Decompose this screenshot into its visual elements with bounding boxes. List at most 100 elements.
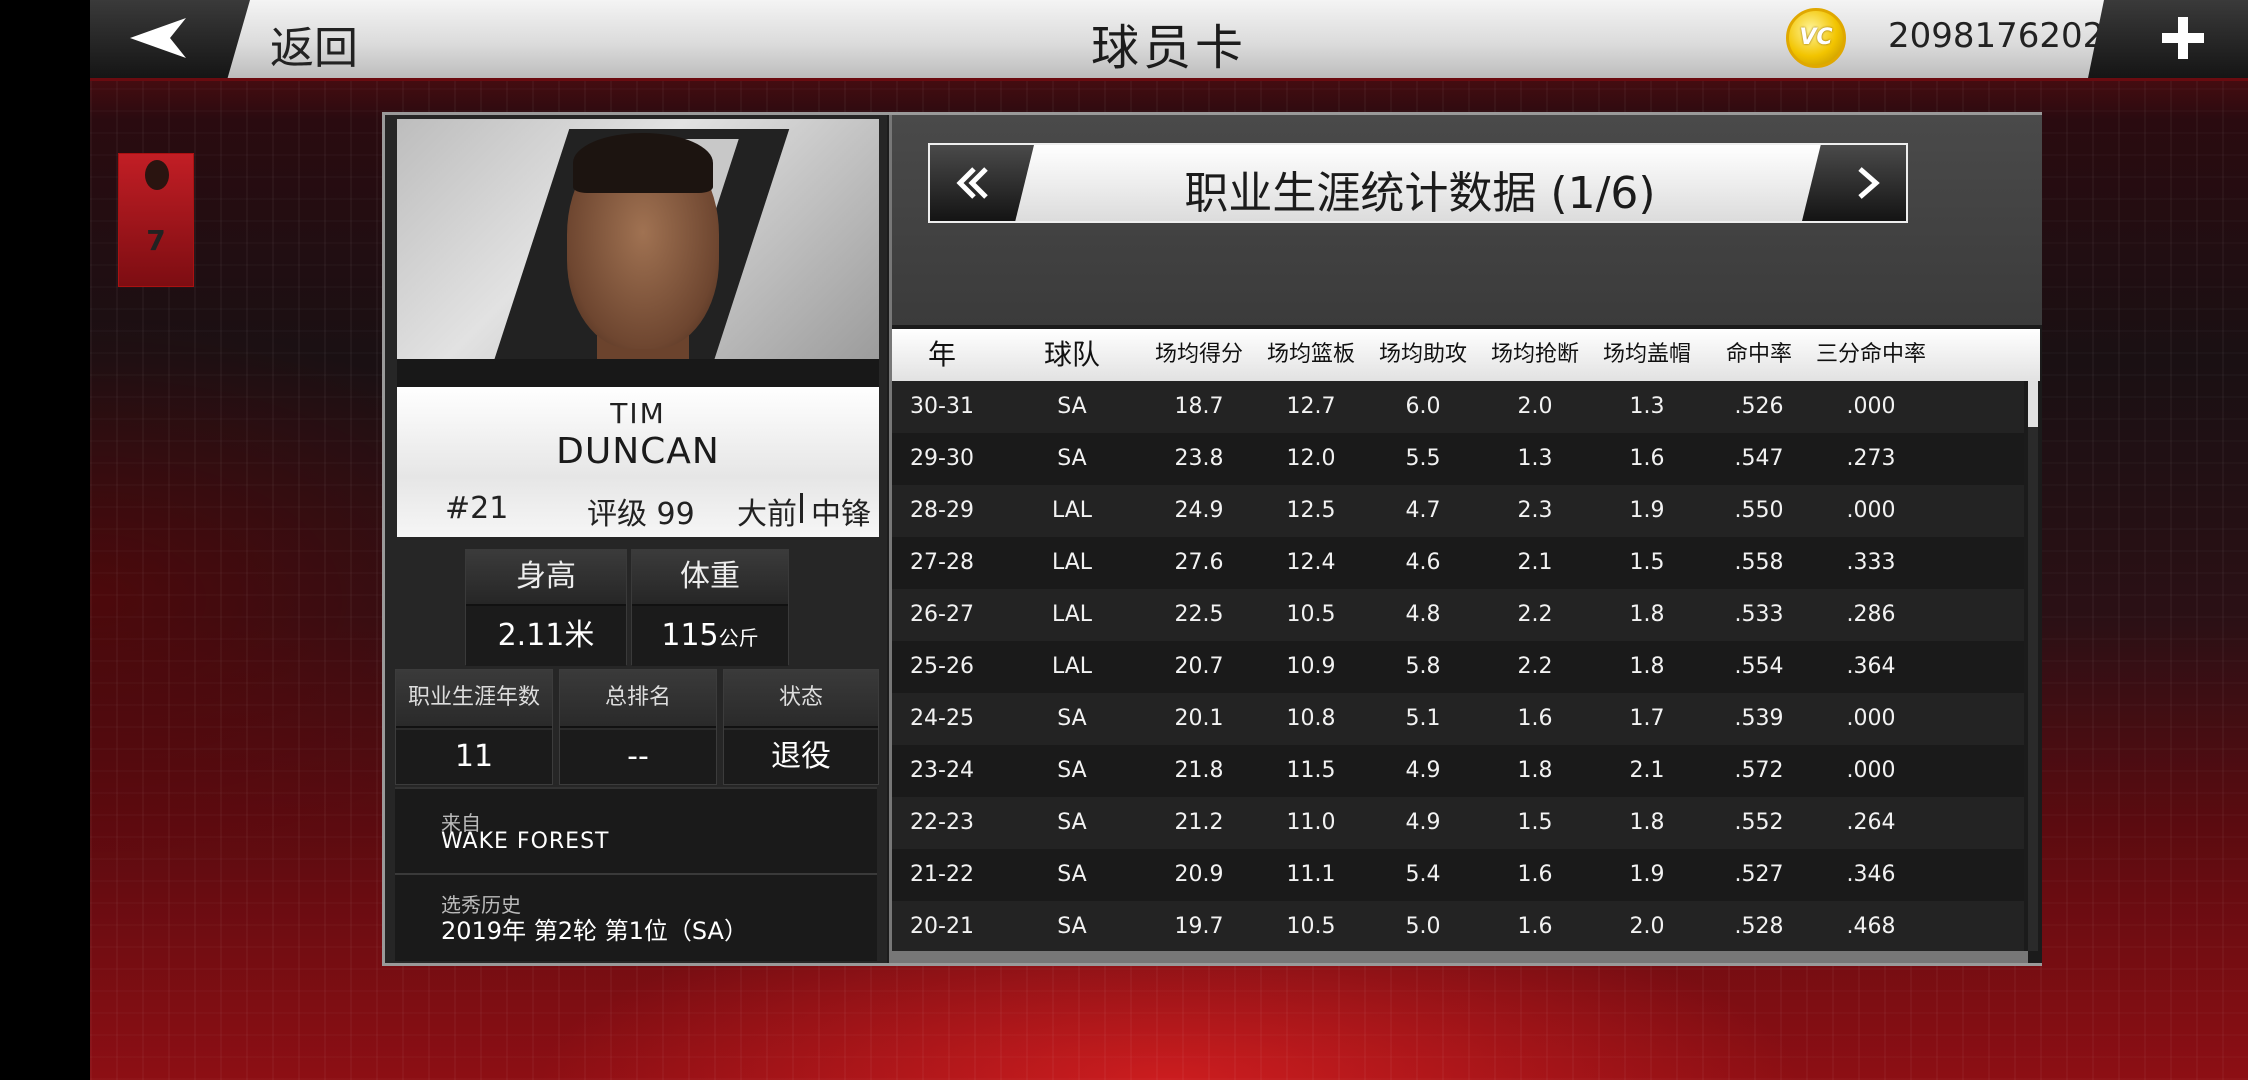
stats-cell: 1.8	[1629, 810, 1665, 835]
stats-cell: 1.8	[1629, 654, 1665, 679]
stats-cell: 18.7	[1174, 394, 1224, 419]
stats-cell: 20-21	[910, 914, 974, 939]
stats-cell: 22-23	[910, 810, 974, 835]
career-years-label: 职业生涯年数	[396, 670, 552, 728]
stats-header: 职业生涯统计数据 (1/6)	[928, 143, 1908, 223]
name-bar	[397, 359, 879, 387]
stats-cell: .527	[1734, 862, 1784, 887]
stats-cell: 4.9	[1405, 758, 1441, 783]
career-stats-panel: 职业生涯统计数据 (1/6) 年 球队 场均得分 场均篮板 场均助攻 场均抢断 场均盖帽 命中…	[889, 115, 2042, 963]
column-header: 场均盖帽	[1602, 342, 1691, 367]
stats-cell: 24-25	[910, 706, 974, 731]
stats-cell: 5.4	[1405, 862, 1441, 887]
chevron-left-icon	[956, 167, 988, 199]
currency-amount: 2098176202	[1888, 16, 2105, 56]
stats-cell: 29-30	[910, 446, 974, 471]
player-position-primary: 大前	[737, 497, 797, 532]
origin-box: 来自 WAKE FOREST 选秀历史 2019年 第2轮 第1位（SA）	[395, 787, 877, 961]
stats-cell: LAL	[1051, 550, 1093, 575]
stats-cell: .346	[1846, 862, 1896, 887]
stats-cell: 21.2	[1174, 810, 1224, 835]
stats-cell: .000	[1846, 394, 1896, 419]
stats-cell: 5.5	[1405, 446, 1441, 471]
stats-row: 29-30 SA 23.8 12.0 5.5 1.3 1.6 .547 .273	[892, 433, 2024, 485]
stats-cell: SA	[1057, 706, 1087, 731]
stats-cell: 21-22	[910, 862, 974, 887]
stats-cell: 20.1	[1174, 706, 1224, 731]
stats-cell: 24.9	[1174, 498, 1224, 523]
stats-cell: 1.5	[1629, 550, 1665, 575]
player-position-secondary: 中锋	[811, 497, 871, 532]
status-value: 退役	[724, 730, 878, 784]
stats-cell: 28-29	[910, 498, 974, 523]
rank-value: --	[560, 730, 716, 784]
stats-row: 26-27 LAL 22.5 10.5 4.8 2.2 1.8 .533 .286	[892, 589, 2024, 641]
stats-cell: 1.6	[1517, 706, 1553, 731]
stats-cell: 11.5	[1286, 758, 1336, 783]
column-header: 场均抢断	[1490, 342, 1579, 367]
stats-row: 23-24 SA 21.8 11.5 4.9 1.8 2.1 .572 .000	[892, 745, 2024, 797]
stats-scrollbar[interactable]	[2028, 381, 2038, 951]
stats-cell: 5.0	[1405, 914, 1441, 939]
height-value: 2.11米	[466, 606, 626, 666]
stats-cell: .468	[1846, 914, 1896, 939]
column-header: 场均助攻	[1378, 342, 1467, 367]
stats-cell: 10.8	[1286, 706, 1336, 731]
thumbnail-jersey-number: 7	[146, 224, 166, 257]
stats-cell: 1.6	[1517, 914, 1553, 939]
stats-table-body[interactable]: 30-31 SA 18.7 12.7 6.0 2.0 1.3.526.000 29-30 SA 2…	[892, 381, 2040, 951]
stats-cell: .526	[1734, 394, 1784, 419]
stats-cell: 12.7	[1286, 394, 1336, 419]
height-label: 身高	[466, 550, 626, 606]
stats-cell: 20.9	[1174, 862, 1224, 887]
stats-cell: 30-31	[910, 394, 974, 419]
stats-cell: SA	[1057, 914, 1087, 939]
plus-icon	[2162, 17, 2204, 59]
stats-cell: .554	[1734, 654, 1784, 679]
column-header: 年	[927, 338, 956, 371]
thumbnail-player-head	[145, 160, 169, 190]
stats-row: 30-31 SA 18.7 12.7 6.0 2.0 1.3 .526 .000	[892, 381, 2024, 433]
stats-cell: 4.8	[1405, 602, 1441, 627]
add-currency-button[interactable]	[2088, 0, 2248, 78]
stats-cell: 12.0	[1286, 446, 1336, 471]
stats-cell: 12.5	[1286, 498, 1336, 523]
column-header: 场均得分	[1154, 342, 1243, 367]
column-header: 场均篮板	[1266, 342, 1355, 367]
stats-cell: 2.2	[1517, 602, 1553, 627]
player-thumbnail[interactable]: 7	[118, 153, 194, 287]
career-years-box: 职业生涯年数 11	[395, 669, 553, 785]
stats-cell: SA	[1057, 862, 1087, 887]
stats-cell: 20.7	[1174, 654, 1224, 679]
stats-cell: .533	[1734, 602, 1784, 627]
stats-cell: 6.0	[1405, 394, 1441, 419]
stats-table-footer	[892, 951, 2028, 963]
position-divider	[800, 493, 803, 523]
stats-row: 25-26 LAL 20.7 10.9 5.8 2.2 1.8 .554 .364	[892, 641, 2024, 693]
stats-cell: SA	[1057, 446, 1087, 471]
weight-box: 体重 115公斤	[631, 549, 789, 666]
column-header: 命中率	[1725, 342, 1792, 367]
stats-cell: .539	[1734, 706, 1784, 731]
stats-cell: 27-28	[910, 550, 974, 575]
player-portrait	[397, 119, 879, 359]
stats-cell: 10.9	[1286, 654, 1336, 679]
stats-cell: .333	[1846, 550, 1896, 575]
stats-cell: 22.5	[1174, 602, 1224, 627]
stats-cell: 1.6	[1517, 862, 1553, 887]
stats-cell: .550	[1734, 498, 1784, 523]
stats-cell: 1.9	[1629, 498, 1665, 523]
stats-cell: .547	[1734, 446, 1784, 471]
from-value: WAKE FOREST	[441, 829, 610, 854]
rank-box: 总排名 --	[559, 669, 717, 785]
stats-cell: 4.6	[1405, 550, 1441, 575]
portrait-hair	[573, 133, 713, 193]
stats-title: 职业生涯统计数据 (1/6)	[1184, 168, 1656, 219]
stats-cell: 2.0	[1629, 914, 1665, 939]
stats-row: 24-25 SA 20.1 10.8 5.1 1.6 1.7 .539 .000	[892, 693, 2024, 745]
scrollbar-thumb[interactable]	[2028, 381, 2038, 427]
rank-label: 总排名	[560, 670, 716, 728]
stats-row: 20-21 SA 19.7 10.5 5.0 1.6 2.0 .528 .468	[892, 901, 2024, 951]
stats-cell: 1.7	[1629, 706, 1665, 731]
stats-row: 28-29 LAL 24.9 12.5 4.7 2.3 1.9 .550 .000	[892, 485, 2024, 537]
